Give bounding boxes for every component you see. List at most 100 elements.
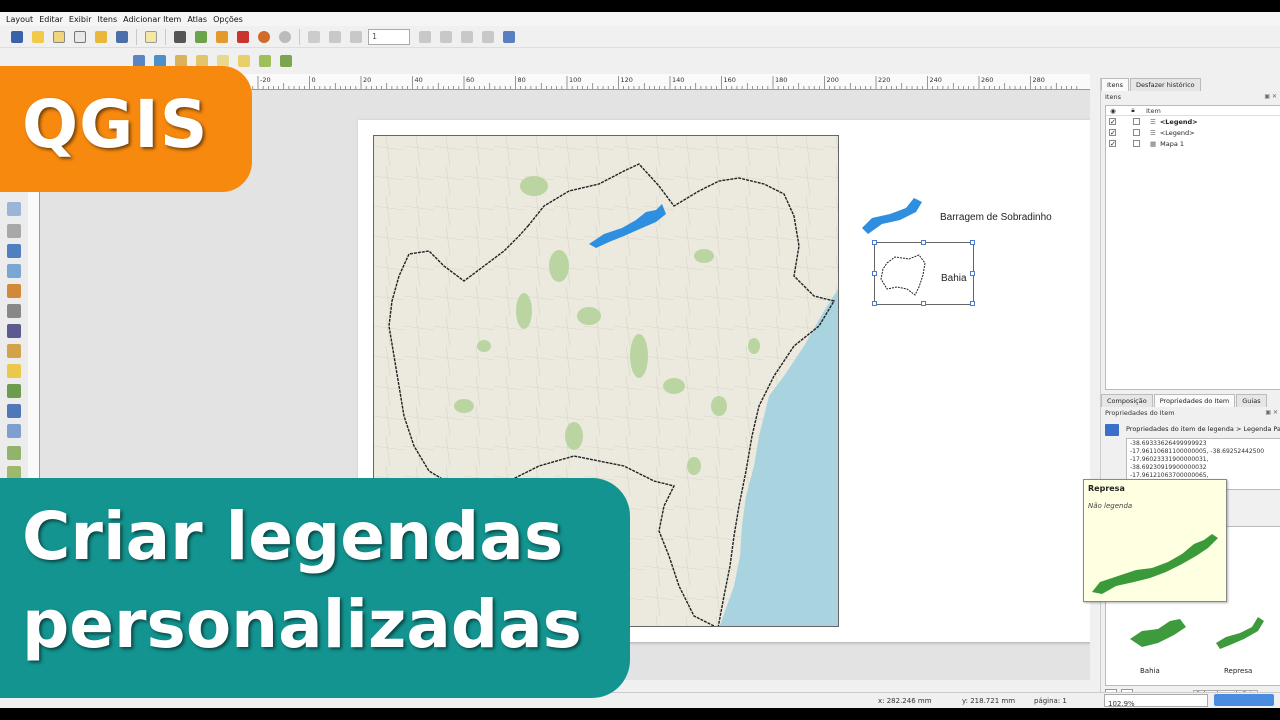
tab-propriedades-do-item[interactable]: Propriedades do Item (1153, 394, 1236, 407)
tab-guias[interactable]: Guias (1236, 394, 1267, 407)
toolbar-separator (165, 28, 166, 45)
toolbar-separator (136, 28, 137, 45)
item-row[interactable]: ✓ ▦ Mapa 1 (1106, 138, 1280, 149)
add-table-icon[interactable] (7, 424, 21, 438)
tooltip-shape (1092, 534, 1218, 594)
last-feature-icon[interactable] (437, 28, 454, 45)
atlas-export-icon[interactable] (479, 28, 496, 45)
selection-handle[interactable] (970, 271, 975, 276)
selection-handle[interactable] (970, 240, 975, 245)
zoom-slider[interactable] (1214, 694, 1274, 706)
panel-float-close-icon[interactable]: ▣ ✕ (1264, 93, 1277, 100)
selection-handle[interactable] (921, 301, 926, 306)
add-html-icon[interactable] (7, 264, 21, 278)
legend-icon: ☰ (1150, 117, 1156, 126)
redo-icon[interactable] (276, 28, 293, 45)
export-pdf-icon[interactable] (234, 28, 251, 45)
ruler-label: 240 (930, 76, 942, 84)
ruler-label: 260 (981, 76, 993, 84)
duplicate-icon[interactable] (50, 28, 67, 45)
selection-handle[interactable] (872, 240, 877, 245)
code-line: -38.69333626499999923 (1130, 440, 1207, 447)
next-feature-icon[interactable] (416, 28, 433, 45)
first-feature-icon[interactable] (326, 28, 343, 45)
title-line-2: personalizadas (22, 586, 582, 663)
atlas-page-input[interactable]: 1 (368, 28, 410, 45)
save-template-icon[interactable] (113, 28, 130, 45)
print-icon[interactable] (171, 28, 188, 45)
selection-handle[interactable] (970, 301, 975, 306)
add-shape-icon[interactable] (7, 344, 21, 358)
selection-handle[interactable] (921, 240, 926, 245)
align-icon[interactable] (235, 53, 252, 70)
add-node-item-icon[interactable] (7, 384, 21, 398)
save-icon[interactable] (8, 28, 25, 45)
add-picture-icon[interactable] (7, 244, 21, 258)
title-badge: Criar legendas personalizadas (0, 478, 630, 698)
tab-desfazer-historico[interactable]: Desfazer histórico (1129, 78, 1201, 91)
menu-atlas[interactable]: Atlas (187, 15, 207, 24)
title-line-1: Criar legendas (22, 498, 564, 575)
selection-handle[interactable] (872, 271, 877, 276)
menu-opcoes[interactable]: Opções (213, 15, 243, 24)
export-svg-icon[interactable] (213, 28, 230, 45)
open-folder-icon[interactable] (92, 28, 109, 45)
lock-checkbox[interactable] (1133, 140, 1140, 147)
atlas-preview-icon[interactable] (500, 28, 517, 45)
item-label: Mapa 1 (1160, 139, 1185, 148)
menu-itens[interactable]: Itens (98, 15, 118, 24)
tab-composicao[interactable]: Composição (1101, 394, 1153, 407)
new-layout-icon[interactable] (29, 28, 46, 45)
atlas-print-icon[interactable] (458, 28, 475, 45)
add-label-icon[interactable] (7, 324, 21, 338)
zoom-select[interactable]: 102.9% (1104, 694, 1208, 708)
ruler-label: 160 (724, 76, 736, 84)
items-tabs: Itens Desfazer histórico (1101, 78, 1280, 91)
add-scalebar-icon[interactable] (7, 304, 21, 318)
legend-label-dam: Barragem de Sobradinho (940, 212, 1052, 223)
ruler-label: 180 (775, 76, 787, 84)
visibility-checkbox[interactable]: ✓ (1109, 129, 1116, 137)
previous-feature-icon[interactable] (347, 28, 364, 45)
export-image-icon[interactable] (192, 28, 209, 45)
add-arrow-icon[interactable] (7, 404, 21, 418)
legend-item-bahia[interactable]: Bahia (872, 240, 975, 306)
tab-itens[interactable]: Itens (1101, 78, 1129, 91)
items-list[interactable]: ◉ 🔒︎ Item ✓ ☰ <Legend> ✓ ☰ <Legend> ✓ ▦ … (1105, 105, 1280, 390)
lock-checkbox[interactable] (1133, 118, 1140, 125)
undo-icon[interactable] (255, 28, 272, 45)
menu-exibir[interactable]: Exibir (69, 15, 92, 24)
add-3d-map-icon[interactable] (7, 224, 21, 238)
add-map-icon[interactable] (7, 202, 21, 216)
ruler-label: 80 (518, 76, 526, 84)
items-panel-header: Itens ▣ ✕ (1101, 91, 1280, 103)
layout-manager-icon[interactable] (71, 28, 88, 45)
lock-column-icon: 🔒︎ (1131, 106, 1135, 114)
menu-bar: Layout Editar Exibir Itens Adicionar Ite… (0, 12, 1280, 26)
properties-tabs: Composição Propriedades do Item Guias (1101, 394, 1280, 407)
atlas-settings-icon[interactable] (305, 28, 322, 45)
item-row[interactable]: ✓ ☰ <Legend> (1106, 127, 1280, 138)
visibility-checkbox[interactable]: ✓ (1109, 118, 1116, 126)
resize-icon[interactable] (277, 53, 294, 70)
add-pages-icon[interactable] (142, 28, 159, 45)
add-marker-icon[interactable] (7, 364, 21, 378)
add-attribute-table-icon[interactable] (7, 446, 21, 460)
preview-bahia-shape (1130, 619, 1186, 647)
back-arrow-icon[interactable] (1105, 424, 1119, 436)
selection-handle[interactable] (872, 301, 877, 306)
distribute-icon[interactable] (256, 53, 273, 70)
menu-layout[interactable]: Layout (6, 15, 33, 24)
badge-text: QGIS (22, 86, 209, 163)
qgis-badge: QGIS (0, 66, 252, 192)
item-row[interactable]: ✓ ☰ <Legend> (1106, 116, 1280, 127)
visibility-checkbox[interactable]: ✓ (1109, 140, 1116, 148)
status-x-coord: x: 282.246 mm (878, 697, 932, 705)
lock-checkbox[interactable] (1133, 129, 1140, 136)
ruler-label: 120 (621, 76, 633, 84)
menu-adicionar-item[interactable]: Adicionar Item (123, 15, 181, 24)
panel-float-close-icon[interactable]: ▣ ✕ (1265, 409, 1278, 416)
add-legend-icon[interactable] (7, 284, 21, 298)
ruler-label: 280 (1033, 76, 1045, 84)
menu-editar[interactable]: Editar (39, 15, 63, 24)
